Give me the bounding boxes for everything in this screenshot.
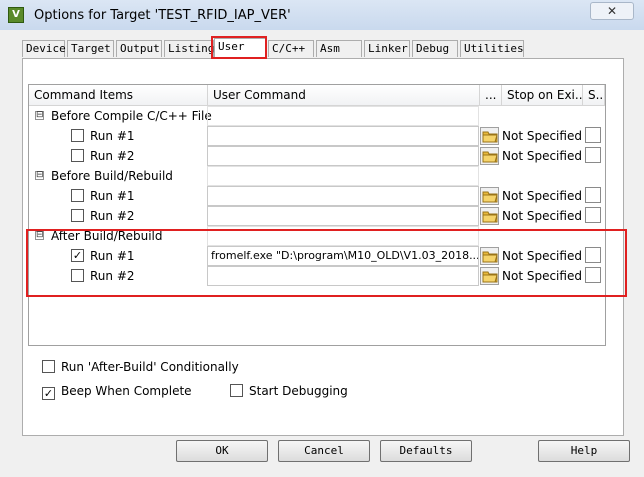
tab-asm[interactable]: Asm xyxy=(316,40,362,57)
start-debugging-checkbox[interactable] xyxy=(230,384,243,397)
s-checkbox[interactable] xyxy=(585,127,601,143)
user-tab-highlight xyxy=(211,36,267,59)
folder-icon xyxy=(482,131,498,143)
group-user-command-cell xyxy=(207,106,479,126)
help-button[interactable]: Help xyxy=(538,440,630,462)
collapse-icon[interactable]: ⊟ xyxy=(35,171,44,180)
window-title: Options for Target 'TEST_RFID_IAP_VER' xyxy=(34,8,291,23)
start-debugging-option[interactable]: Start Debugging xyxy=(230,384,348,398)
run-checkbox[interactable] xyxy=(71,149,84,162)
after-build-highlight xyxy=(26,229,627,297)
folder-icon xyxy=(482,191,498,203)
s-checkbox[interactable] xyxy=(585,187,601,203)
header-user-command[interactable]: User Command xyxy=(208,85,480,106)
table-row: Run #2 Not Specified xyxy=(29,146,605,166)
header-s[interactable]: S... xyxy=(583,85,605,106)
group-label: Before Build/Rebuild xyxy=(51,169,173,183)
run-label: Run #1 xyxy=(90,189,135,203)
run-checkbox[interactable] xyxy=(71,209,84,222)
tab-device[interactable]: Device xyxy=(22,40,66,57)
options-dialog: V Options for Target 'TEST_RFID_IAP_VER'… xyxy=(0,0,644,477)
stop-on-exit-value[interactable]: Not Specified xyxy=(502,207,582,225)
s-checkbox[interactable] xyxy=(585,147,601,163)
table-row: Run #1 Not Specified xyxy=(29,126,605,146)
user-command-input[interactable] xyxy=(207,206,479,226)
table-row: Run #1 Not Specified xyxy=(29,186,605,206)
app-icon: V xyxy=(8,7,24,23)
folder-icon xyxy=(482,211,498,223)
group-user-command-cell xyxy=(207,166,479,186)
user-command-input[interactable] xyxy=(207,126,479,146)
folder-icon xyxy=(482,151,498,163)
tab-linker[interactable]: Linker xyxy=(364,40,410,57)
run-label: Run #1 xyxy=(90,129,135,143)
s-checkbox[interactable] xyxy=(585,207,601,223)
group-row-before-build: ⊟ Before Build/Rebuild xyxy=(29,166,605,186)
run-label: Run #2 xyxy=(90,209,135,223)
header-command-items[interactable]: Command Items xyxy=(29,85,208,106)
group-label: Before Compile C/C++ File xyxy=(51,109,212,123)
beep-label: Beep When Complete xyxy=(61,384,192,398)
beep-option[interactable]: ✓ Beep When Complete xyxy=(42,384,192,400)
table-row: Run #2 Not Specified xyxy=(29,206,605,226)
user-command-input[interactable] xyxy=(207,146,479,166)
browse-button[interactable] xyxy=(480,147,499,165)
stop-on-exit-value[interactable]: Not Specified xyxy=(502,127,582,145)
defaults-button[interactable]: Defaults xyxy=(380,440,472,462)
tab-target[interactable]: Target xyxy=(67,40,114,57)
header-stop-on-exit[interactable]: Stop on Exi... xyxy=(502,85,583,106)
collapse-icon[interactable]: ⊟ xyxy=(35,111,44,120)
run-after-build-option[interactable]: Run 'After-Build' Conditionally xyxy=(42,360,239,374)
tab-c-cpp[interactable]: C/C++ xyxy=(268,40,314,57)
browse-button[interactable] xyxy=(480,187,499,205)
browse-button[interactable] xyxy=(480,127,499,145)
beep-checkbox[interactable]: ✓ xyxy=(42,387,55,400)
run-after-build-label: Run 'After-Build' Conditionally xyxy=(61,360,239,374)
close-button[interactable]: ✕ xyxy=(590,2,634,20)
cancel-button[interactable]: Cancel xyxy=(278,440,370,462)
tab-debug[interactable]: Debug xyxy=(412,40,458,57)
run-checkbox[interactable] xyxy=(71,129,84,142)
stop-on-exit-value[interactable]: Not Specified xyxy=(502,187,582,205)
user-command-input[interactable] xyxy=(207,186,479,206)
tab-listing[interactable]: Listing xyxy=(164,40,214,57)
group-row-before-compile: ⊟ Before Compile C/C++ File xyxy=(29,106,605,126)
title-bar: V Options for Target 'TEST_RFID_IAP_VER'… xyxy=(0,0,644,30)
browse-button[interactable] xyxy=(480,207,499,225)
header-browse[interactable]: ... xyxy=(480,85,502,106)
tab-output[interactable]: Output xyxy=(116,40,162,57)
stop-on-exit-value[interactable]: Not Specified xyxy=(502,147,582,165)
ok-button[interactable]: OK xyxy=(176,440,268,462)
tab-utilities[interactable]: Utilities xyxy=(460,40,524,57)
run-checkbox[interactable] xyxy=(71,189,84,202)
start-debugging-label: Start Debugging xyxy=(249,384,348,398)
run-label: Run #2 xyxy=(90,149,135,163)
command-grid: Command Items User Command ... Stop on E… xyxy=(28,84,606,346)
run-after-build-checkbox[interactable] xyxy=(42,360,55,373)
